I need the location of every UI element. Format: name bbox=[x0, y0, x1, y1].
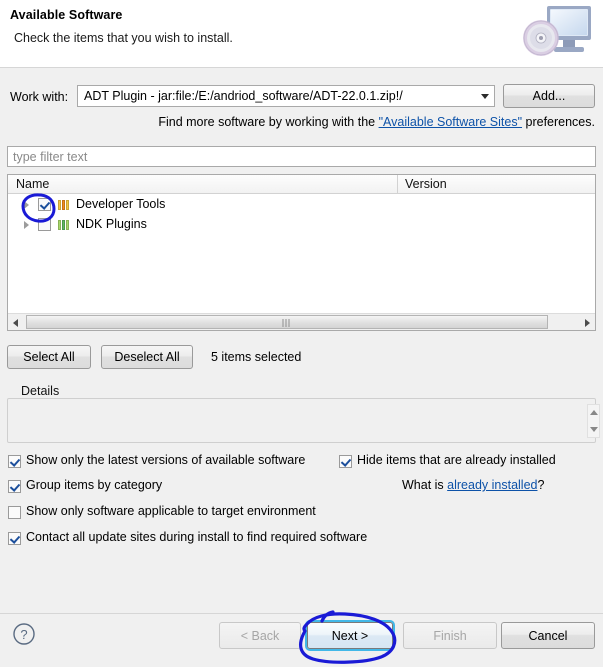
scrollbar-thumb[interactable] bbox=[26, 315, 548, 329]
row-checkbox-developer-tools[interactable] bbox=[38, 198, 51, 211]
chevron-down-icon[interactable] bbox=[481, 94, 489, 99]
help-question-icon[interactable]: ? bbox=[12, 622, 36, 646]
column-header-name[interactable]: Name bbox=[16, 177, 49, 191]
page-title: Available Software bbox=[10, 8, 123, 22]
checkbox-icon[interactable] bbox=[8, 506, 21, 519]
page-subtitle: Check the items that you wish to install… bbox=[14, 31, 233, 45]
software-tree-panel[interactable]: Name Version Developer Tools NDK Plugins bbox=[7, 174, 596, 331]
table-row[interactable]: Developer Tools bbox=[8, 195, 595, 215]
what-is-already-installed: What is already installed? bbox=[402, 478, 544, 492]
feature-category-icon bbox=[58, 200, 71, 210]
svg-text:?: ? bbox=[20, 627, 27, 642]
option-label: Show only software applicable to target … bbox=[26, 504, 316, 518]
option-label: Show only the latest versions of availab… bbox=[26, 453, 306, 467]
items-selected-status: 5 items selected bbox=[211, 350, 302, 364]
work-with-combo[interactable]: ADT Plugin - jar:file:/E:/andriod_softwa… bbox=[77, 85, 495, 107]
filter-input-wrapper[interactable] bbox=[7, 146, 596, 167]
details-legend: Details bbox=[17, 384, 64, 398]
cancel-button[interactable]: Cancel bbox=[501, 622, 595, 649]
select-all-button[interactable]: Select All bbox=[7, 345, 91, 369]
table-row[interactable]: NDK Plugins bbox=[8, 215, 595, 235]
back-button[interactable]: < Back bbox=[219, 622, 301, 649]
row-label-ndk-plugins: NDK Plugins bbox=[76, 217, 147, 231]
what-is-prefix: What is bbox=[402, 478, 448, 492]
work-with-label: Work with: bbox=[10, 90, 69, 104]
finish-button[interactable]: Finish bbox=[403, 622, 497, 649]
option-label: Contact all update sites during install … bbox=[26, 530, 368, 544]
column-divider[interactable] bbox=[397, 175, 398, 194]
checkbox-icon[interactable] bbox=[8, 480, 21, 493]
scroll-left-icon[interactable] bbox=[8, 314, 25, 330]
feature-category-icon bbox=[58, 220, 71, 230]
filter-input[interactable] bbox=[8, 147, 595, 166]
scroll-up-icon[interactable] bbox=[589, 410, 598, 415]
option-label: Hide items that are already installed bbox=[357, 453, 556, 467]
find-more-prefix: Find more software by working with the bbox=[158, 115, 379, 129]
available-software-sites-link[interactable]: "Available Software Sites" bbox=[379, 115, 522, 129]
add-site-button[interactable]: Add... bbox=[503, 84, 595, 108]
row-label-developer-tools: Developer Tools bbox=[76, 197, 166, 211]
chevron-right-icon[interactable] bbox=[24, 221, 29, 229]
work-with-combo-value: ADT Plugin - jar:file:/E:/andriod_softwa… bbox=[84, 89, 403, 103]
option-label: Group items by category bbox=[26, 478, 163, 492]
already-installed-link[interactable]: already installed bbox=[447, 478, 537, 492]
checkbox-icon[interactable] bbox=[8, 455, 21, 468]
wizard-banner: Available Software Check the items that … bbox=[0, 0, 603, 68]
tree-header: Name Version bbox=[8, 175, 595, 194]
deselect-all-button[interactable]: Deselect All bbox=[101, 345, 193, 369]
next-button[interactable]: Next > bbox=[307, 622, 393, 649]
find-more-suffix: preferences. bbox=[522, 115, 596, 129]
install-monitor-disc-icon bbox=[523, 6, 591, 56]
tree-rows: Developer Tools NDK Plugins bbox=[8, 195, 595, 235]
what-is-suffix: ? bbox=[537, 478, 545, 492]
checkbox-icon[interactable] bbox=[8, 532, 21, 545]
row-checkbox-ndk-plugins[interactable] bbox=[38, 218, 51, 231]
find-more-text: Find more software by working with the "… bbox=[0, 115, 595, 129]
details-group bbox=[7, 398, 596, 443]
column-header-version[interactable]: Version bbox=[405, 177, 447, 191]
scroll-right-icon[interactable] bbox=[578, 314, 595, 330]
chevron-right-icon[interactable] bbox=[24, 201, 29, 209]
tree-horizontal-scrollbar[interactable] bbox=[8, 313, 595, 330]
checkbox-icon[interactable] bbox=[339, 455, 352, 468]
details-scrollbar[interactable] bbox=[587, 404, 600, 438]
scroll-down-icon[interactable] bbox=[589, 427, 598, 432]
